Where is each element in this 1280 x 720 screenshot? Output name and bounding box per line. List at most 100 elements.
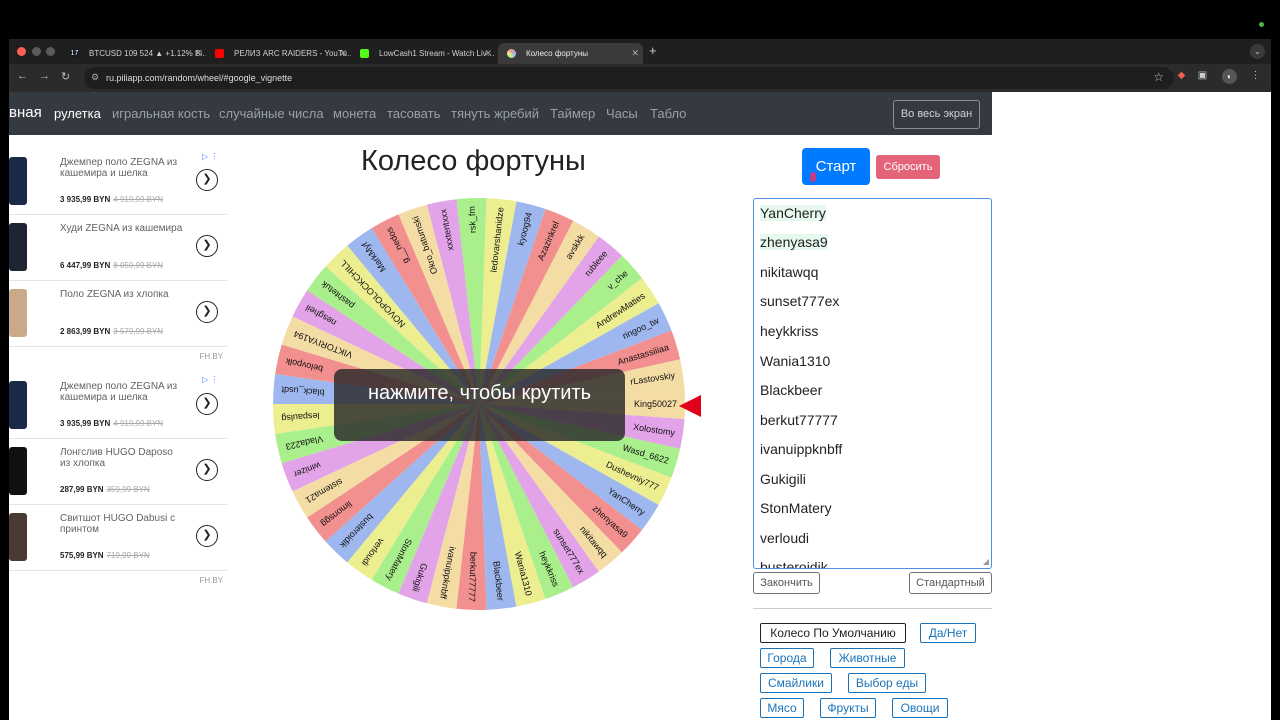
nav-link-draw-lots[interactable]: тянуть жребий	[451, 106, 539, 121]
extension-icon[interactable]: ◆	[1175, 70, 1188, 83]
reload-icon[interactable]: ↻	[61, 70, 70, 83]
tab-wheel[interactable]: Колесо фортуны ✕	[498, 43, 643, 64]
chevron-right-icon[interactable]: ❯	[196, 169, 218, 191]
ad-item[interactable]: Джемпер поло ZEGNA из кашемира и шелка 3…	[9, 149, 227, 215]
site-info-icon[interactable]: ⚙	[91, 72, 101, 82]
fullscreen-button[interactable]: Во весь экран	[893, 100, 980, 129]
finish-button[interactable]: Закончить	[753, 572, 820, 594]
ad-item[interactable]: Свитшот HUGO Dabusi с принтом 575,99 BYN…	[9, 505, 227, 571]
preset-animals[interactable]: Животные	[830, 648, 905, 668]
ad-title[interactable]: Свитшот HUGO Dabusi с принтом	[60, 513, 185, 535]
extensions-puzzle-icon[interactable]: ▣	[1196, 70, 1209, 83]
back-icon[interactable]: ←	[17, 70, 28, 82]
name-line: verloudi	[760, 530, 810, 546]
ad-source[interactable]: FH.BY	[199, 352, 223, 361]
standard-button[interactable]: Стандартный	[909, 572, 992, 594]
menu-kebab-icon[interactable]: ⋮	[1249, 70, 1262, 83]
preset-yes-no[interactable]: Да/Нет	[920, 623, 976, 643]
nav-link-clock[interactable]: Часы	[606, 106, 638, 121]
nav-link-random-numbers[interactable]: случайные числа	[219, 106, 324, 121]
status-dot	[1259, 22, 1264, 27]
tradingview-icon: 17	[70, 49, 79, 58]
ad-title[interactable]: Лонгслив HUGO Daposo из хлопка	[60, 447, 185, 469]
preset-food[interactable]: Выбор еды	[848, 673, 926, 693]
product-image	[9, 223, 27, 271]
preset-vegetables[interactable]: Овощи	[892, 698, 948, 718]
name-line: nikitawqq	[760, 264, 819, 280]
nav-link-timer[interactable]: Таймер	[550, 106, 595, 121]
youtube-icon	[215, 49, 224, 58]
name-line: zhenyasa9	[760, 234, 828, 250]
wheel-pointer-icon	[679, 395, 701, 417]
nav-link-scoreboard[interactable]: Табло	[650, 106, 686, 121]
ad-price: 3 935,99 BYN 4 919,99 BYN	[60, 195, 164, 204]
tab-bar: 17 BTCUSD 109 524 ▲ +1.12% Bi… ✕ РЕЛИЗ A…	[9, 39, 1271, 64]
bookmark-star-icon[interactable]: ☆	[1153, 70, 1164, 84]
kick-icon	[360, 49, 369, 58]
chevron-right-icon[interactable]: ❯	[196, 301, 218, 323]
nav-link-shuffle[interactable]: тасовать	[387, 106, 440, 121]
nav-link-coin[interactable]: монета	[333, 106, 376, 121]
preset-default-wheel[interactable]: Колесо По Умолчанию	[760, 623, 906, 643]
product-image	[9, 157, 27, 205]
preset-smileys[interactable]: Смайлики	[760, 673, 832, 693]
wheel-favicon-icon	[507, 49, 516, 58]
name-line: YanCherry	[760, 205, 826, 221]
new-tab-icon[interactable]: +	[649, 43, 657, 58]
names-textarea[interactable]: YanCherry zhenyasa9 nikitawqq sunset777e…	[753, 198, 992, 569]
tab-youtube[interactable]: РЕЛИЗ ARC RAIDERS - YouTu… ✕	[206, 43, 351, 64]
browser-window: 17 BTCUSD 109 524 ▲ +1.12% Bi… ✕ РЕЛИЗ A…	[9, 39, 1271, 720]
chevron-right-icon[interactable]: ❯	[196, 235, 218, 257]
product-image	[9, 513, 27, 561]
close-tab-icon[interactable]: ✕	[339, 43, 347, 64]
ad-source[interactable]: FH.BY	[199, 576, 223, 585]
spin-overlay[interactable]: нажмите, чтобы крутить	[334, 369, 625, 441]
ad-title[interactable]: Джемпер поло ZEGNA из кашемира и шелка	[60, 157, 185, 179]
maximize-window-button[interactable]	[46, 47, 55, 56]
name-line: Wania1310	[760, 353, 831, 369]
name-line: StonMatery	[760, 500, 832, 516]
chevron-right-icon[interactable]: ❯	[196, 459, 218, 481]
preset-cities[interactable]: Города	[760, 648, 814, 668]
address-bar[interactable]: ⚙ ru.piliapp.com/random/wheel/#google_vi…	[84, 67, 1174, 89]
preset-meat[interactable]: Мясо	[760, 698, 804, 718]
ad-item[interactable]: Худи ZEGNA из кашемира 6 447,99 BYN 8 059…	[9, 215, 227, 281]
ad-title[interactable]: Джемпер поло ZEGNA из кашемира и шелка	[60, 381, 185, 403]
ad-price: 287,99 BYN 359,99 BYN	[60, 485, 150, 494]
product-image	[9, 381, 27, 429]
preset-fruits[interactable]: Фрукты	[820, 698, 876, 718]
close-tab-icon[interactable]: ✕	[194, 43, 202, 64]
site-brand[interactable]: вная	[9, 104, 42, 121]
name-line: berkut77777	[760, 412, 838, 428]
tab-tradingview[interactable]: 17 BTCUSD 109 524 ▲ +1.12% Bi… ✕	[61, 43, 206, 64]
name-line: heykkriss	[760, 323, 819, 339]
divider	[753, 608, 992, 609]
ad-item[interactable]: Лонгслив HUGO Daposo из хлопка 287,99 BY…	[9, 439, 227, 505]
wheel-slice-label: berkut77777	[467, 552, 479, 602]
nav-link-dice[interactable]: игральная кость	[112, 106, 210, 121]
ad-item[interactable]: Поло ZEGNA из хлопка 2 863,99 BYN 3 579,9…	[9, 281, 227, 347]
ad-column: ▷ ⋮ Джемпер поло ZEGNA из кашемира и шел…	[9, 135, 227, 595]
mouse-cursor-icon	[810, 172, 816, 182]
name-line: sunset777ex	[760, 293, 840, 309]
nav-link-roulette[interactable]: рулетка	[54, 106, 101, 121]
chevron-right-icon[interactable]: ❯	[196, 525, 218, 547]
close-tab-icon[interactable]: ✕	[631, 43, 639, 64]
tab-kick[interactable]: LowCash1 Stream - Watch Liv… ✕	[351, 43, 496, 64]
forward-icon[interactable]: →	[39, 70, 50, 82]
reset-button[interactable]: Сбросить	[876, 155, 940, 179]
close-tab-icon[interactable]: ✕	[484, 43, 492, 64]
close-window-button[interactable]	[17, 47, 26, 56]
page-title: Колесо фортуны	[361, 145, 586, 177]
name-line: Blackbeer	[760, 382, 823, 398]
ad-title[interactable]: Худи ZEGNA из кашемира	[60, 223, 185, 234]
minimize-window-button[interactable]	[32, 47, 41, 56]
tab-search-icon[interactable]: ⌄	[1250, 44, 1265, 59]
chevron-right-icon[interactable]: ❯	[196, 393, 218, 415]
ad-title[interactable]: Поло ZEGNA из хлопка	[60, 289, 185, 300]
resize-handle-icon[interactable]: ◢	[983, 557, 989, 566]
name-line: busteroidik	[760, 559, 828, 569]
ad-item[interactable]: Джемпер поло ZEGNA из кашемира и шелка 3…	[9, 373, 227, 439]
site-navbar: вная рулетка игральная кость случайные ч…	[9, 92, 992, 135]
profile-avatar-icon[interactable]: ◐	[1222, 69, 1237, 84]
